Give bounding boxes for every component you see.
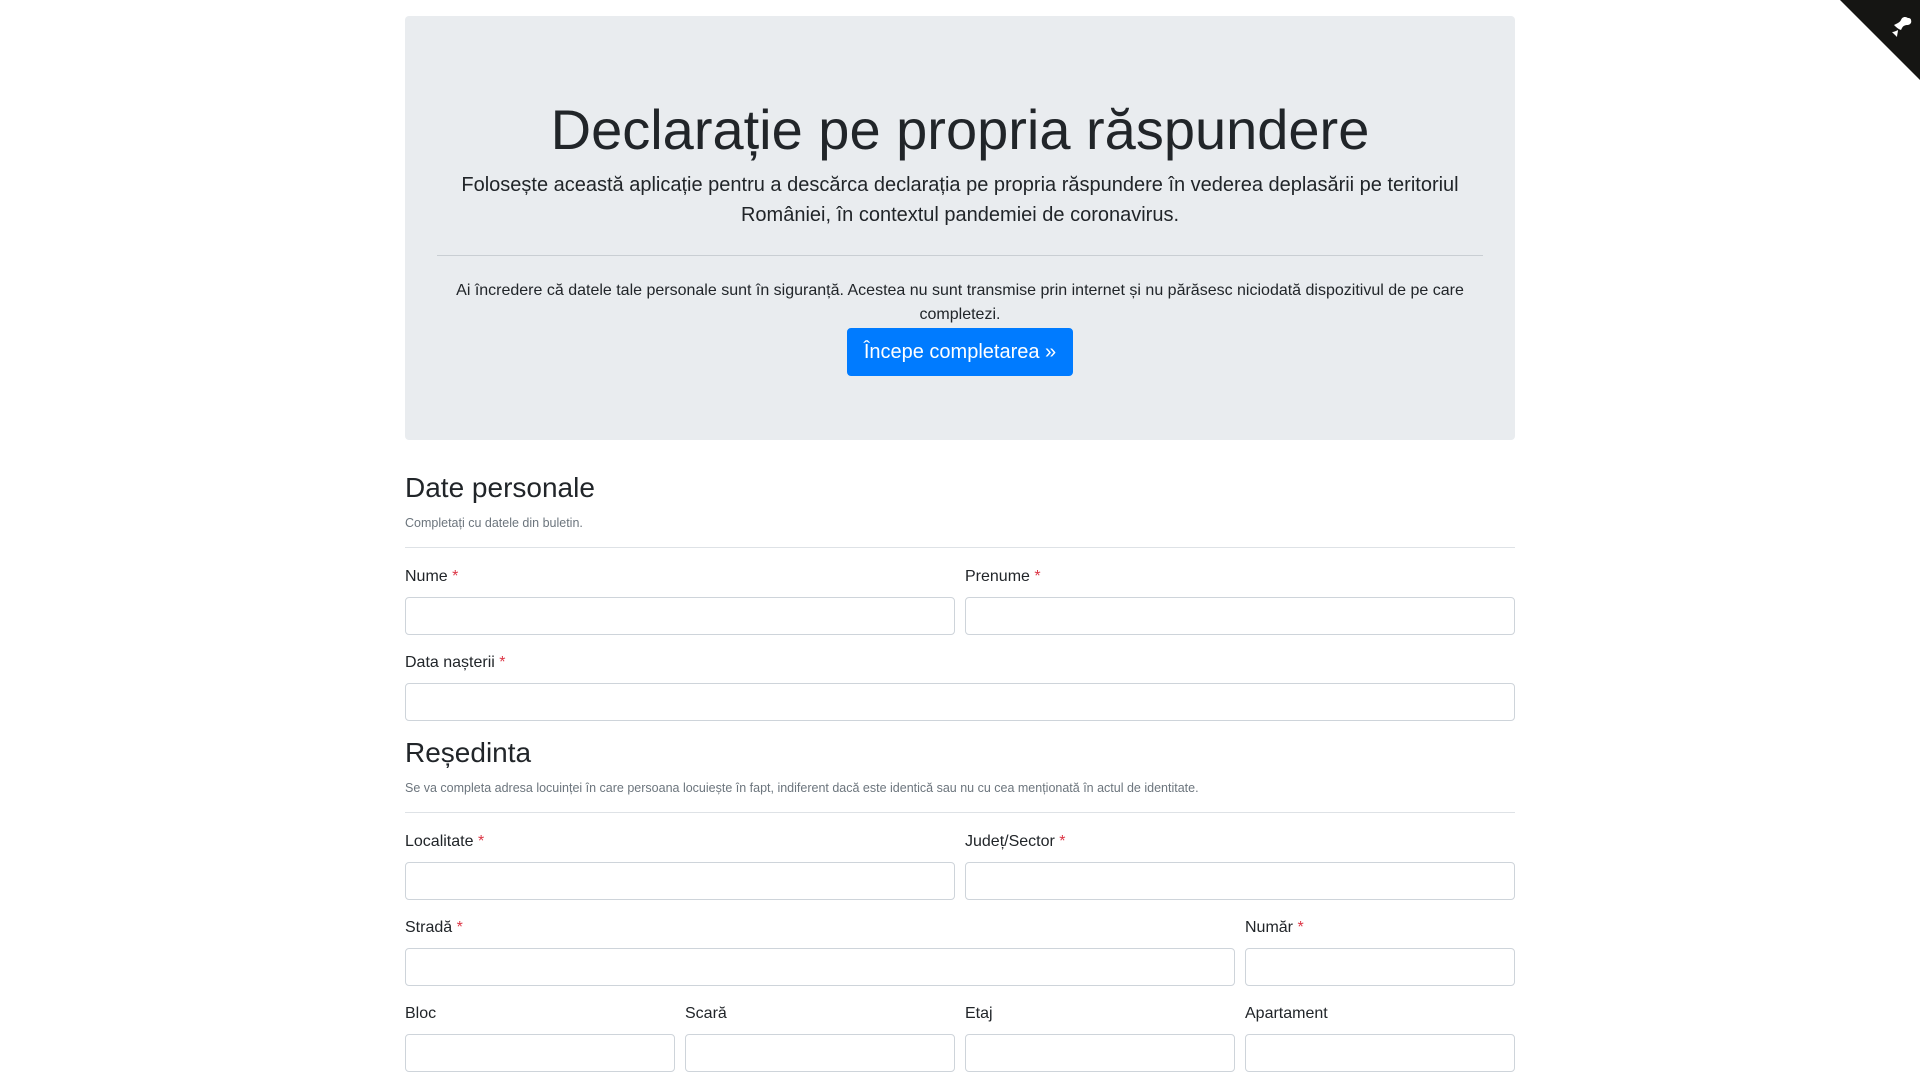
data-nasterii-label: Data nașterii * <box>405 654 506 671</box>
strada-input[interactable] <box>405 948 1235 986</box>
hero-lead: Folosește această aplicație pentru a des… <box>461 174 1459 226</box>
prenume-label: Prenume * <box>965 568 1041 585</box>
apartament-label: Apartament <box>1245 1005 1328 1022</box>
prenume-input[interactable] <box>965 597 1515 635</box>
residence-section-title: Reședinta <box>405 737 532 768</box>
required-marker: * <box>499 654 506 671</box>
hero-jumbotron: Declarație pe propria răspundere Foloseș… <box>405 16 1515 440</box>
personal-section-subtitle: Completați cu datele din buletin. <box>405 516 583 530</box>
numar-label: Număr * <box>1245 919 1304 936</box>
github-corner-icon[interactable] <box>1840 0 1920 80</box>
residence-section-subtitle: Se va completa adresa locuinței în care … <box>405 781 1199 795</box>
required-marker: * <box>477 833 485 850</box>
strada-label: Stradă * <box>405 919 463 936</box>
localitate-input[interactable] <box>405 862 955 900</box>
required-marker: * <box>1034 568 1041 585</box>
personal-divider <box>405 547 1515 548</box>
required-marker: * <box>456 919 463 936</box>
localitate-label: Localitate * <box>405 833 485 850</box>
required-marker: * <box>1059 833 1066 850</box>
bloc-input[interactable] <box>405 1034 675 1072</box>
scara-label: Scară <box>685 1005 727 1022</box>
etaj-label: Etaj <box>965 1005 993 1022</box>
privacy-note: Ai încredere că datele tale personale su… <box>456 282 1464 323</box>
nume-label: Nume * <box>405 568 459 585</box>
nume-input[interactable] <box>405 597 955 635</box>
scara-input[interactable] <box>685 1034 955 1072</box>
start-button[interactable]: Începe completarea » <box>847 328 1073 376</box>
bloc-label: Bloc <box>405 1005 437 1022</box>
judet-label: Județ/Sector * <box>965 833 1066 850</box>
hero-divider <box>437 255 1483 256</box>
judet-input[interactable] <box>965 862 1515 900</box>
required-marker: * <box>1297 919 1304 936</box>
required-marker: * <box>452 568 459 585</box>
data-nasterii-input[interactable] <box>405 683 1515 721</box>
page-title: Declarație pe propria răspundere <box>550 98 1370 161</box>
etaj-input[interactable] <box>965 1034 1235 1072</box>
residence-divider <box>405 812 1515 813</box>
apartament-input[interactable] <box>1245 1034 1515 1072</box>
numar-input[interactable] <box>1245 948 1515 986</box>
personal-section-title: Date personale <box>405 472 595 503</box>
